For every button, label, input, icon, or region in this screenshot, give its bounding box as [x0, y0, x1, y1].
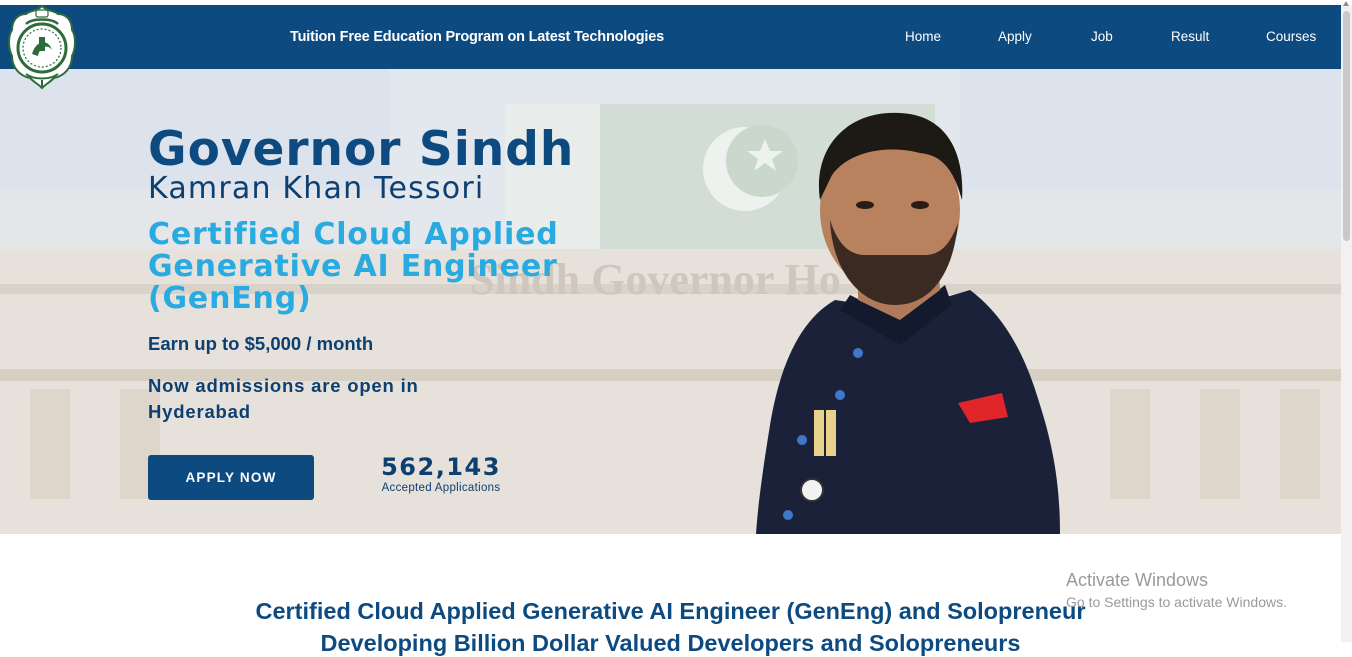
nav-link-home[interactable]: Home — [905, 29, 941, 44]
scrollbar[interactable] — [1341, 1, 1352, 642]
applications-counter: 562,143 Accepted Applications — [370, 453, 512, 494]
hero-heading: Governor Sindh — [148, 122, 575, 177]
scroll-up-arrow-icon[interactable] — [1343, 1, 1349, 6]
scrollbar-thumb[interactable] — [1343, 11, 1350, 241]
hero-certification: Certified Cloud Applied Generative AI En… — [148, 217, 559, 316]
section-title-line2: Developing Billion Dollar Valued Develop… — [320, 630, 1021, 656]
nav-link-apply[interactable]: Apply — [998, 29, 1032, 44]
applications-label: Accepted Applications — [381, 482, 501, 494]
hero-section: Sindh Governor Ho Governor Sindh Kamran … — [0, 69, 1341, 534]
hero-earn-text: Earn up to $5,000 / month — [148, 333, 374, 354]
nav-link-result[interactable]: Result — [1171, 29, 1209, 44]
windows-activation-watermark: Activate Windows Go to Settings to activ… — [1066, 570, 1287, 610]
hero-admissions-text: Now admissions are open in Hyderabad — [148, 375, 419, 422]
governor-portrait — [756, 112, 1060, 534]
watermark-title: Activate Windows — [1066, 570, 1209, 590]
applications-count: 562,143 — [381, 453, 501, 481]
watermark-subtitle: Go to Settings to activate Windows. — [1066, 594, 1287, 610]
navbar: Tuition Free Education Program on Latest… — [0, 5, 1341, 69]
governor-sindh-logo[interactable] — [6, 4, 78, 90]
nav-title: Tuition Free Education Program on Latest… — [290, 29, 664, 45]
hero-name: Kamran Khan Tessori — [148, 171, 485, 206]
nav-link-courses[interactable]: Courses — [1266, 29, 1316, 44]
apply-now-button[interactable]: APPLY NOW — [148, 455, 314, 500]
nav-link-job[interactable]: Job — [1091, 29, 1113, 44]
